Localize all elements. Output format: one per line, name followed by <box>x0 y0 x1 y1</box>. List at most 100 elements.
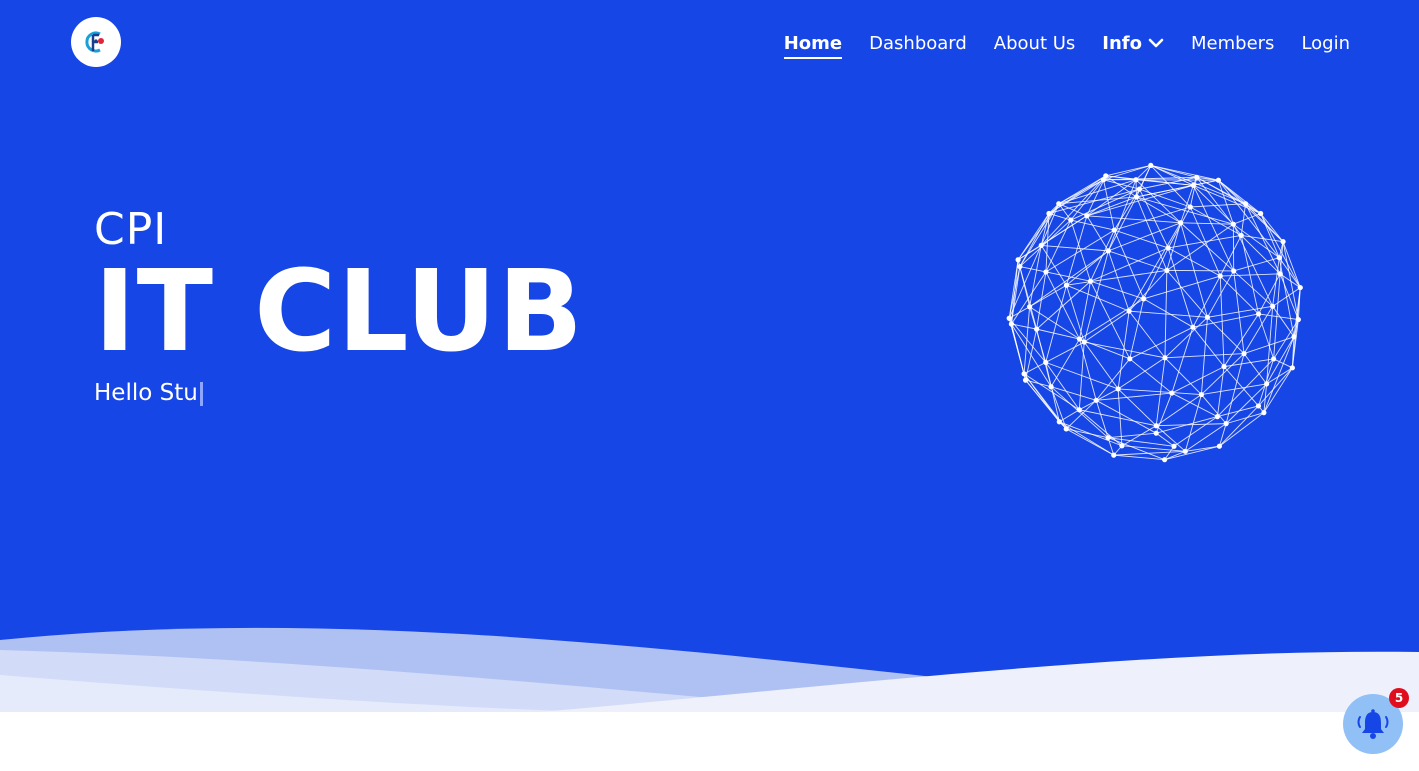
globe-link <box>1117 388 1157 427</box>
globe-node <box>1141 296 1147 302</box>
globe-link <box>1040 175 1107 246</box>
globe-link <box>1217 405 1259 418</box>
nav-info-label: Info <box>1102 32 1143 54</box>
globe-node <box>1258 210 1264 217</box>
nav-home[interactable]: Home <box>783 33 843 59</box>
globe-link <box>1083 341 1119 390</box>
network-globe-illustration <box>1006 162 1303 463</box>
site-logo[interactable] <box>71 17 121 67</box>
hero-text: CPI IT CLUB Hello Stu <box>94 200 584 408</box>
nav-members[interactable]: Members <box>1191 33 1274 54</box>
globe-node <box>1162 457 1168 463</box>
globe-node <box>1214 414 1221 420</box>
globe-node <box>1187 204 1193 210</box>
globe-link <box>1128 222 1182 312</box>
globe-node <box>1076 407 1082 413</box>
globe-link <box>1166 269 1234 272</box>
globe-node <box>1216 443 1223 449</box>
nav-dashboard[interactable]: Dashboard <box>869 33 967 54</box>
globe-link <box>1023 361 1046 375</box>
notification-count-badge: 5 <box>1389 688 1409 708</box>
globe-node <box>1038 242 1044 249</box>
globe-node <box>1194 174 1200 180</box>
globe-node <box>1291 334 1297 340</box>
globe-link <box>1218 179 1284 242</box>
globe-link <box>1066 285 1085 343</box>
nav-info-dropdown[interactable]: Info <box>1102 33 1164 54</box>
cpi-it-club-logo-icon <box>85 31 104 53</box>
globe-link <box>1059 409 1080 423</box>
globe-link <box>1219 412 1265 447</box>
globe-node <box>1221 364 1227 370</box>
globe-link <box>1219 275 1259 315</box>
globe-node <box>1021 371 1027 377</box>
globe-node <box>1103 173 1109 179</box>
globe-link <box>1223 313 1259 367</box>
globe-node <box>1119 443 1125 449</box>
nav-login[interactable]: Login <box>1301 33 1350 54</box>
globe-link <box>1240 235 1281 275</box>
globe-link <box>1066 215 1088 286</box>
globe-link <box>1168 234 1242 249</box>
globe-node <box>1230 221 1236 227</box>
globe-link <box>1036 328 1080 340</box>
globe-node <box>1022 377 1029 383</box>
globe-link <box>1008 266 1021 319</box>
globe-node <box>1289 365 1295 371</box>
chevron-down-icon <box>1148 38 1164 48</box>
globe-link <box>1243 353 1267 385</box>
globe-link <box>1079 298 1144 340</box>
globe-link <box>1193 184 1261 214</box>
globe-link <box>1011 323 1037 330</box>
globe-link <box>1150 165 1191 208</box>
globe-node <box>1297 284 1303 291</box>
globe-node <box>1190 324 1196 330</box>
globe-node <box>1261 410 1267 416</box>
globe-node <box>1295 316 1301 323</box>
globe-node <box>1171 443 1177 449</box>
globe-link <box>1207 305 1273 318</box>
globe-node <box>1126 308 1132 314</box>
globe-link <box>1164 357 1202 395</box>
globe-link <box>1129 310 1208 318</box>
globe-node <box>1255 311 1262 317</box>
globe-link <box>1041 244 1109 252</box>
globe-node <box>1081 339 1087 345</box>
globe-link <box>1118 388 1202 396</box>
globe-node <box>1015 257 1021 263</box>
globe-link <box>1045 341 1085 363</box>
globe-node <box>1255 403 1262 409</box>
globe-node <box>1277 271 1283 277</box>
globe-node <box>1076 336 1083 342</box>
globe-link <box>1282 241 1301 288</box>
globe-link <box>1010 323 1025 374</box>
globe-link <box>1079 338 1130 360</box>
globe-node <box>1164 267 1170 273</box>
globe-node <box>1136 186 1143 192</box>
globe-link <box>1023 373 1080 411</box>
globe-link <box>1117 357 1166 390</box>
globe-link <box>1192 313 1259 328</box>
globe-link <box>1233 257 1280 272</box>
globe-node <box>1043 269 1049 275</box>
globe-link <box>1086 215 1181 224</box>
globe-node <box>1084 213 1090 219</box>
nav-about-us[interactable]: About Us <box>994 33 1076 54</box>
globe-node <box>1215 177 1221 183</box>
globe-link <box>1079 388 1119 411</box>
globe-node <box>1027 304 1033 310</box>
globe-node <box>1162 355 1168 361</box>
globe-link <box>1019 213 1050 267</box>
globe-node <box>1063 282 1070 288</box>
globe-node <box>1238 232 1244 239</box>
globe-link <box>1045 361 1119 390</box>
globe-link <box>1207 317 1245 354</box>
globe-node <box>1153 430 1159 436</box>
globe-link <box>1184 394 1202 452</box>
globe-node <box>1148 162 1154 169</box>
globe-link <box>1166 270 1208 318</box>
globe-node <box>1217 273 1223 279</box>
globe-node <box>1115 386 1121 392</box>
globe-node <box>1242 201 1249 207</box>
globe-node <box>1270 303 1276 309</box>
